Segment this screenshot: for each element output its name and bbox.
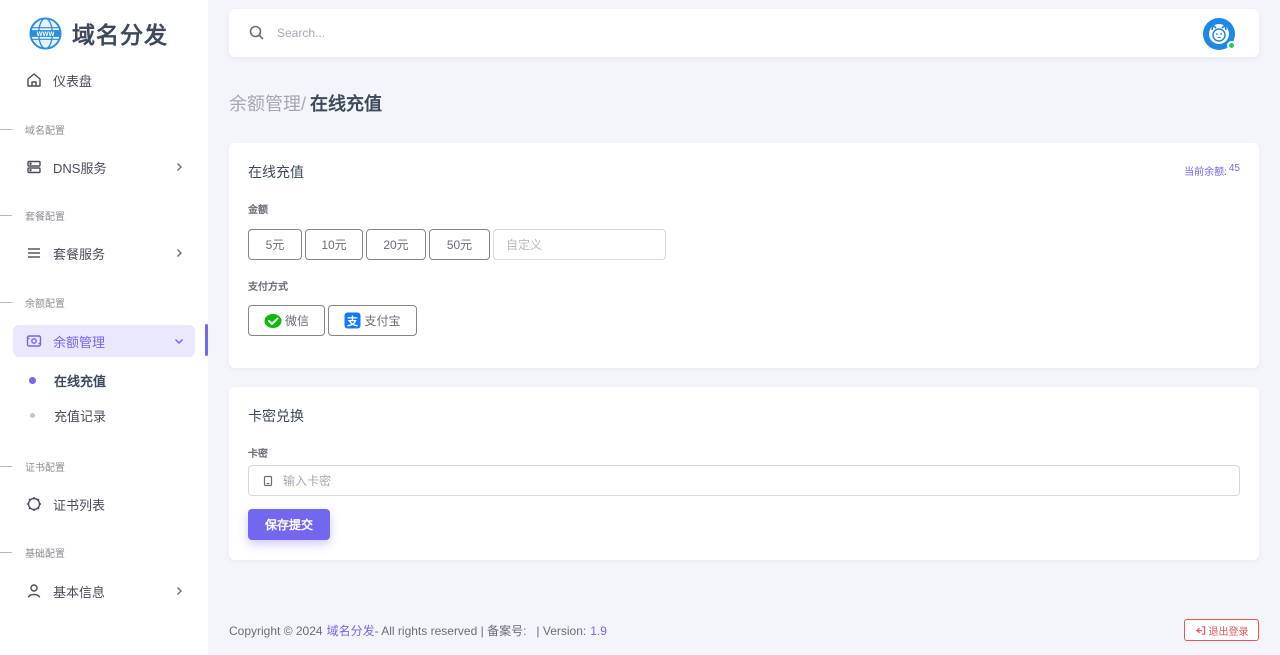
wallet-icon: [26, 333, 42, 349]
section-label-domain: 域名配置: [0, 122, 65, 137]
alipay-icon: 支: [344, 312, 361, 329]
footer: Copyright © 2024 域名分发 - All rights reser…: [229, 622, 607, 639]
amount-label: 金额: [248, 205, 268, 216]
amount-10-button[interactable]: 10元: [305, 229, 363, 260]
section-label-balance: 余额配置: [0, 295, 65, 310]
amount-20-button[interactable]: 20元: [366, 229, 426, 260]
alipay-button[interactable]: 支 支付宝: [328, 305, 417, 336]
page-title: 在线充值: [310, 94, 383, 114]
payment-options: 微信 支 支付宝: [248, 305, 417, 336]
sidebar-item-package[interactable]: 套餐服务: [13, 237, 195, 269]
sidebar-item-label: 证书列表: [53, 497, 106, 513]
server-icon: [26, 159, 42, 175]
section-label-text: 套餐配置: [25, 212, 65, 223]
sidebar: WWW 域名分发 仪表盘 域名配置 DNS服务 套餐配置 套餐服务 余额配置 余…: [0, 0, 208, 655]
brand[interactable]: WWW 域名分发: [29, 16, 168, 50]
chevron-right-icon: [177, 163, 182, 171]
payment-label: 微信: [284, 314, 309, 328]
sidebar-item-label: 基本信息: [53, 584, 106, 600]
card-key-input[interactable]: [283, 466, 1239, 495]
custom-amount-input[interactable]: [493, 229, 666, 260]
sidebar-item-certificates[interactable]: 证书列表: [13, 488, 195, 520]
current-balance: 当前余额: 45: [1184, 163, 1240, 178]
svg-text:支: 支: [346, 314, 359, 328]
recharge-card: 在线充值 当前余额: 45 金额 5元 10元 20元 50元 支付方式 微信 …: [229, 143, 1259, 368]
active-indicator: [205, 324, 208, 356]
topbar: [229, 9, 1259, 57]
redeem-card: 卡密兑换 卡密 保存提交: [229, 387, 1259, 560]
section-divider: [0, 215, 12, 216]
sidebar-item-label: 仪表盘: [53, 73, 93, 89]
sidebar-item-label: 套餐服务: [53, 246, 106, 262]
section-label-text: 域名配置: [25, 126, 65, 137]
search-icon[interactable]: [248, 24, 266, 42]
section-label-text: 证书配置: [25, 463, 65, 474]
amount-options: 5元 10元 20元 50元: [248, 229, 666, 260]
chevron-right-icon: [177, 587, 182, 595]
card-icon: [261, 474, 275, 488]
payment-label: 支付宝: [364, 314, 401, 328]
amount-50-button[interactable]: 50元: [429, 229, 490, 260]
payment-method-label: 支付方式: [248, 282, 288, 293]
logout-button[interactable]: 退出登录: [1184, 619, 1259, 641]
section-divider: [0, 129, 12, 130]
sidebar-subitem-online-recharge[interactable]: 在线充值: [26, 371, 106, 390]
sidebar-item-label: 余额管理: [53, 334, 106, 350]
card-key-label: 卡密: [248, 449, 268, 460]
logout-label: 退出登录: [1208, 626, 1249, 638]
search-input[interactable]: [277, 21, 877, 45]
svg-text:WWW: WWW: [37, 31, 55, 38]
copyright-text: Copyright © 2024: [229, 623, 323, 638]
inactive-dot: [30, 413, 35, 418]
online-status-badge: [1227, 41, 1236, 50]
brand-name: 域名分发: [72, 22, 168, 48]
avatar[interactable]: [1203, 18, 1236, 50]
balance-label: 当前余额:: [1184, 167, 1227, 178]
site-name-link[interactable]: 域名分发: [327, 622, 375, 639]
active-dot: [29, 377, 36, 384]
amount-5-button[interactable]: 5元: [248, 229, 302, 260]
user-icon: [26, 583, 42, 599]
section-divider: [0, 552, 12, 553]
menu-icon: [26, 245, 42, 261]
certificate-icon: [26, 496, 42, 512]
section-divider: [0, 466, 12, 467]
sidebar-item-dashboard[interactable]: 仪表盘: [13, 64, 195, 96]
chevron-right-icon: [177, 249, 182, 257]
wechat-pay-button[interactable]: 微信: [248, 305, 325, 336]
rights-text: - All rights reserved | 备案号:: [374, 624, 527, 638]
section-label-text: 余额配置: [25, 299, 65, 310]
section-label-text: 基础配置: [25, 549, 65, 560]
section-label-basic: 基础配置: [0, 545, 65, 560]
home-icon: [26, 72, 42, 88]
section-divider: [0, 302, 12, 303]
sidebar-item-dns[interactable]: DNS服务: [13, 151, 195, 183]
sidebar-item-balance[interactable]: 余额管理: [13, 325, 195, 357]
sidebar-subitem-recharge-records[interactable]: 充值记录: [26, 406, 106, 425]
save-submit-button[interactable]: 保存提交: [248, 509, 330, 540]
version-value: 1.9: [590, 623, 607, 638]
sidebar-subitem-label: 在线充值: [54, 374, 107, 389]
sidebar-item-basic-info[interactable]: 基本信息: [13, 575, 195, 607]
card-key-field[interactable]: [248, 465, 1240, 496]
balance-value: 45: [1228, 163, 1240, 174]
section-label-certificate: 证书配置: [0, 459, 65, 474]
breadcrumb-parent[interactable]: 余额管理/: [229, 90, 306, 116]
section-label-package: 套餐配置: [0, 208, 65, 223]
recharge-card-title: 在线充值: [248, 164, 304, 180]
wechat-icon: [264, 313, 282, 328]
logout-icon: [1195, 625, 1205, 635]
sidebar-item-label: DNS服务: [53, 160, 107, 176]
version-label: | Version:: [536, 623, 587, 638]
breadcrumb: 余额管理/ 在线充值: [229, 90, 382, 116]
redeem-card-title: 卡密兑换: [248, 408, 304, 424]
sidebar-subitem-label: 充值记录: [54, 409, 107, 424]
chevron-down-icon: [175, 339, 183, 344]
www-globe-icon: WWW: [29, 16, 62, 50]
